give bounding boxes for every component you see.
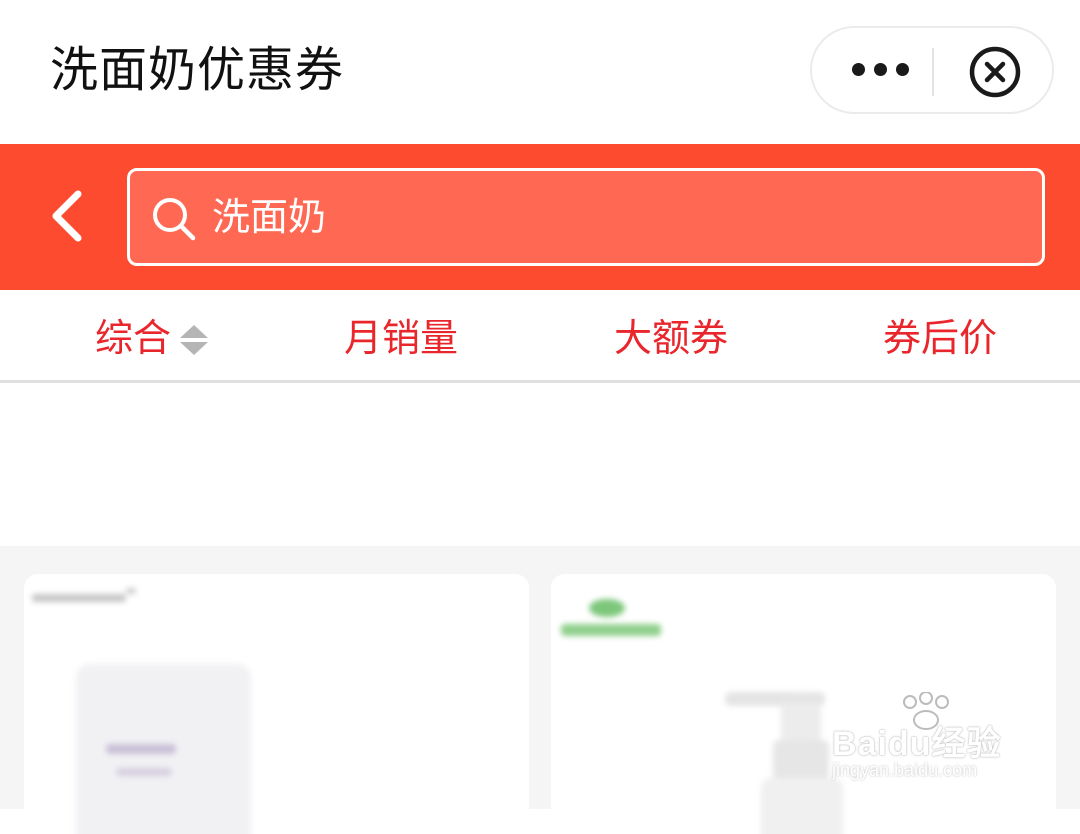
tab-comprehensive[interactable]: 综合 [95,312,171,364]
close-icon[interactable] [968,45,1022,99]
watermark-logo: Baidu经验 jingyan.baidu.com [828,692,1028,782]
more-icon[interactable] [850,58,910,82]
back-arrow-icon[interactable] [40,186,96,246]
page-title: 洗面奶优惠券 [50,42,345,98]
watermark-brand: Baidu经验 [832,725,1002,763]
brand-logo [32,588,136,602]
sort-tabs: 综合 月销量 大额券 券后价 [0,290,1080,383]
capsule-menu [810,26,1054,114]
watermark-url: jingyan.baidu.com [832,760,978,780]
search-input[interactable]: 洗面奶 [127,168,1045,266]
tab-monthly-sales[interactable]: 月销量 [344,312,458,364]
tab-price-after-coupon[interactable]: 券后价 [883,312,997,364]
tab-big-coupon[interactable]: 大额券 [614,312,728,364]
brand-logo [561,599,661,636]
search-header: 洗面奶 [0,144,1080,290]
sort-toggle-icon[interactable] [178,322,210,358]
capsule-divider [932,48,934,96]
product-card[interactable] [24,574,529,834]
search-icon [153,198,196,241]
mini-program-title-bar: 洗面奶优惠券 [0,0,1080,144]
blank-area [0,383,1080,546]
search-query: 洗面奶 [212,195,327,239]
